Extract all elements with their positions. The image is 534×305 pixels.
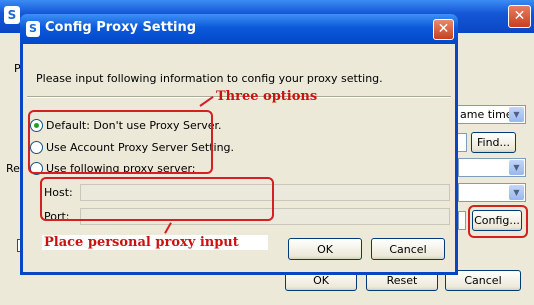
config-button-highlight-box — [468, 205, 528, 238]
proxy-input-highlight-box — [40, 177, 274, 221]
background-field[interactable] — [458, 211, 466, 230]
find-button[interactable]: Find... — [471, 132, 516, 153]
background-combo[interactable]: ▼ — [458, 158, 526, 177]
options-callout: Three options — [216, 89, 318, 104]
background-close-button[interactable]: ✕ — [508, 5, 531, 28]
chevron-down-icon: ▼ — [509, 107, 524, 122]
instruction-text: Please input following information to co… — [36, 72, 383, 85]
combo-value: ame time — [460, 108, 513, 121]
dialog-ok-button[interactable]: OK — [288, 238, 362, 260]
background-combo[interactable]: ▼ — [458, 183, 526, 202]
dialog-title: Config Proxy Setting — [45, 20, 197, 35]
dialog-cancel-button[interactable]: Cancel — [371, 238, 445, 260]
background-text-fragment: Re — [6, 162, 20, 175]
background-combo-time[interactable]: ame time ▼ — [455, 105, 526, 124]
app-icon: S — [26, 21, 40, 37]
proxy-input-callout: Place personal proxy input — [42, 235, 268, 250]
dialog-title-bar: S Config Proxy Setting ✕ — [20, 14, 458, 44]
app-icon: S — [4, 6, 20, 24]
dialog-close-button[interactable]: ✕ — [433, 19, 454, 40]
chevron-down-icon: ▼ — [509, 185, 524, 200]
options-highlight-box — [28, 110, 213, 174]
chevron-down-icon: ▼ — [509, 160, 524, 175]
